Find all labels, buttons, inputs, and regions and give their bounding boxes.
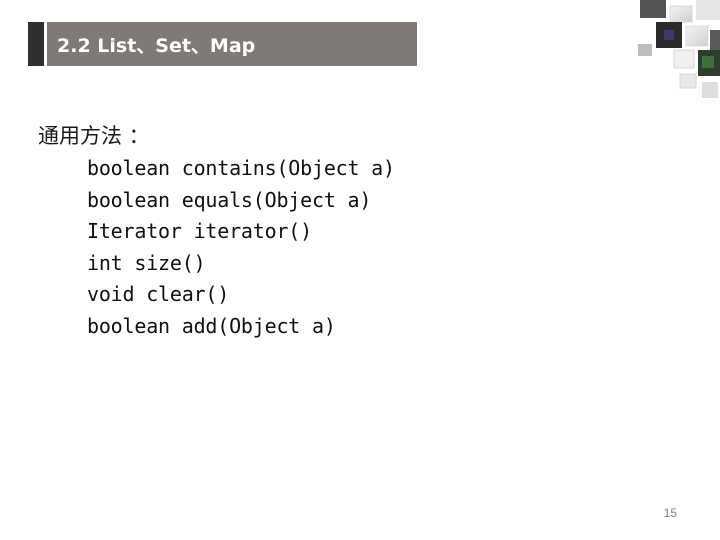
method-signature: boolean add(Object a)	[87, 313, 336, 338]
deco-cube	[696, 0, 720, 20]
method-signature: boolean equals(Object a)	[87, 187, 372, 212]
deco-cube	[702, 82, 718, 98]
deco-cube	[710, 30, 720, 50]
methods-heading: 通用方法 ：	[38, 124, 150, 148]
decorative-cubes-graphic	[638, 0, 720, 98]
deco-cube	[685, 25, 709, 47]
method-signature: int size()	[87, 250, 206, 275]
deco-cube	[669, 5, 693, 23]
title-bar: 2.2 List、Set、Map	[47, 22, 417, 66]
deco-cube	[673, 49, 695, 69]
page-number: 15	[663, 506, 677, 520]
deco-cube	[638, 44, 652, 56]
method-signature: Iterator iterator()	[87, 219, 312, 244]
method-signature: boolean contains(Object a)	[87, 156, 395, 180]
deco-cube	[640, 0, 666, 18]
deco-cube	[664, 30, 674, 40]
method-signature: void clear()	[87, 282, 230, 307]
deco-cube	[679, 73, 697, 89]
method-list: boolean contains(Object a) boolean equal…	[87, 153, 395, 343]
title-accent-bar	[28, 22, 44, 66]
deco-cube	[702, 56, 714, 68]
slide-title: 2.2 List、Set、Map	[57, 34, 256, 57]
